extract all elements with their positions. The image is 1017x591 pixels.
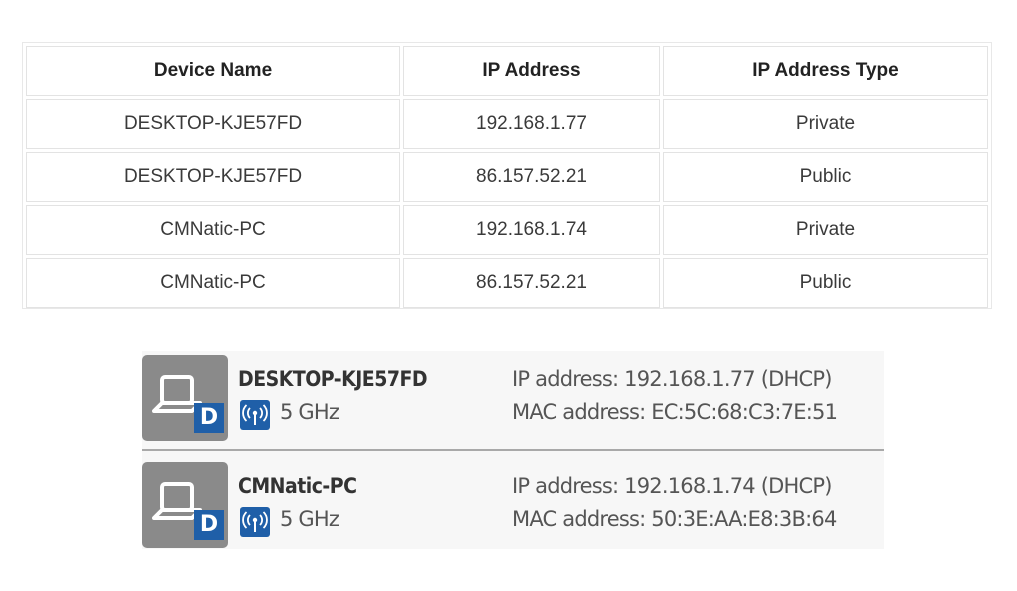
cell-ip-type: Private [663,99,988,149]
cell-ip-address: 192.168.1.74 [403,205,660,255]
cell-ip-address: 192.168.1.77 [403,99,660,149]
table-row: DESKTOP-KJE57FD 192.168.1.77 Private [26,99,988,149]
device-divider [142,449,884,451]
device-ip-address: IP address: 192.168.1.74 (DHCP) [512,474,832,498]
wifi-band: 5 GHz [280,400,340,424]
header-ip-address: IP Address [403,46,660,96]
device-item[interactable]: D CMNatic-PC 5 GHz IP address: 192.168.1… [142,458,884,552]
device-type-badge: D [194,510,224,540]
table-row: CMNatic-PC 86.157.52.21 Public [26,258,988,308]
device-name: DESKTOP-KJE57FD [238,367,428,391]
table-row: DESKTOP-KJE57FD 86.157.52.21 Public [26,152,988,202]
laptop-icon: D [142,355,228,441]
header-device-name: Device Name [26,46,400,96]
header-ip-address-type: IP Address Type [663,46,988,96]
cell-ip-address: 86.157.52.21 [403,152,660,202]
cell-ip-type: Public [663,258,988,308]
device-item[interactable]: D DESKTOP-KJE57FD 5 GHz IP address: 192.… [142,351,884,445]
ip-table: Device Name IP Address IP Address Type D… [23,43,991,311]
wifi-band: 5 GHz [280,507,340,531]
device-mac-address: MAC address: EC:5C:68:C3:7E:51 [512,400,838,424]
table-row: CMNatic-PC 192.168.1.74 Private [26,205,988,255]
wifi-signal-icon [240,507,270,537]
device-name: CMNatic-PC [238,474,357,498]
ip-address-table: Device Name IP Address IP Address Type D… [22,42,992,309]
cell-ip-address: 86.157.52.21 [403,258,660,308]
laptop-icon: D [142,462,228,548]
device-type-badge: D [194,403,224,433]
cell-ip-type: Public [663,152,988,202]
wifi-signal-icon [240,400,270,430]
connected-devices-panel: D DESKTOP-KJE57FD 5 GHz IP address: 192.… [142,351,884,549]
cell-device-name: DESKTOP-KJE57FD [26,99,400,149]
cell-ip-type: Private [663,205,988,255]
cell-device-name: DESKTOP-KJE57FD [26,152,400,202]
table-header-row: Device Name IP Address IP Address Type [26,46,988,96]
device-ip-address: IP address: 192.168.1.77 (DHCP) [512,367,832,391]
device-mac-address: MAC address: 50:3E:AA:E8:3B:64 [512,507,837,531]
cell-device-name: CMNatic-PC [26,205,400,255]
cell-device-name: CMNatic-PC [26,258,400,308]
